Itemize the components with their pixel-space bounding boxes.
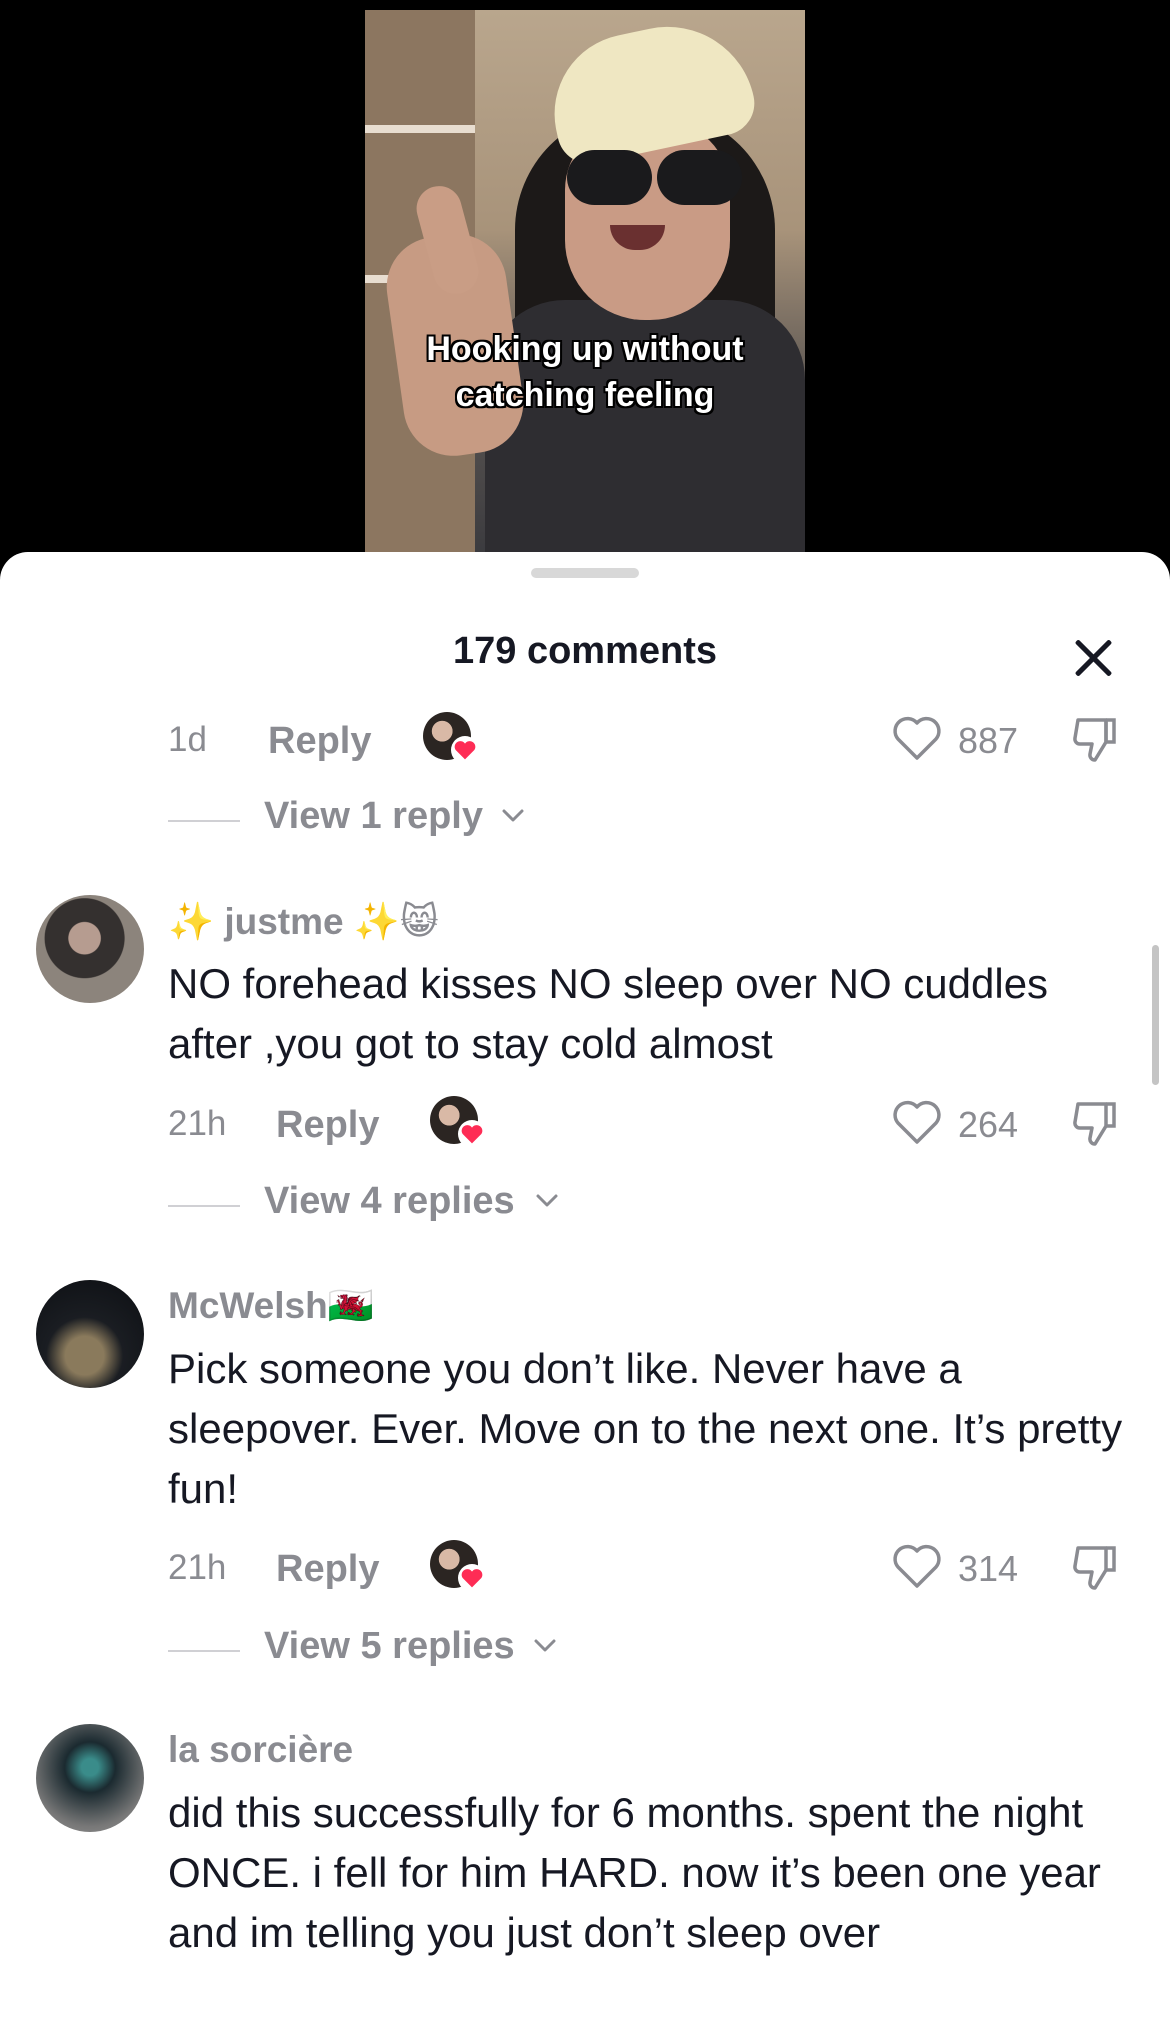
like-count: 264 <box>958 1104 1019 1145</box>
chevron-down-icon <box>534 1639 556 1652</box>
reply-button[interactable]: Reply <box>268 720 371 763</box>
creator-liked-heart-icon <box>458 1564 486 1592</box>
dislike-icon[interactable] <box>1068 1542 1120 1594</box>
replies-divider <box>168 820 240 822</box>
view-replies-label: View 4 replies <box>264 1180 515 1222</box>
comment-meta-row: 1d Reply 887 <box>168 712 1128 772</box>
video-frame[interactable]: Hooking up without catching feeling <box>365 10 805 560</box>
video-player[interactable]: Hooking up without catching feeling <box>0 0 1170 560</box>
caption-line-1: Hooking up without <box>426 330 744 368</box>
avatar[interactable] <box>36 1724 144 1832</box>
heart-icon[interactable] <box>892 1098 942 1146</box>
dislike-icon[interactable] <box>1068 714 1120 766</box>
comment-time: 21h <box>168 1548 227 1587</box>
view-replies-button[interactable]: View 4 replies <box>168 1180 588 1230</box>
avatar[interactable] <box>36 1280 144 1388</box>
comments-sheet: 179 comments 1d Reply 887 View 1 reply ✨… <box>0 552 1170 2020</box>
view-replies-label: View 1 reply <box>264 795 483 837</box>
like-count: 314 <box>958 1548 1019 1589</box>
lens <box>657 150 742 205</box>
comment-meta-row: 21h Reply 264 <box>168 1096 1128 1156</box>
close-icon[interactable] <box>1068 632 1118 682</box>
dislike-icon[interactable] <box>1068 1098 1120 1150</box>
scrollbar[interactable] <box>1152 945 1159 1085</box>
video-caption: Hooking up without catching feeling <box>365 326 805 418</box>
view-replies-button[interactable]: View 1 reply <box>168 795 568 845</box>
comment-text: NO forehead kisses NO sleep over NO cudd… <box>168 960 1049 1067</box>
chevron-down-icon <box>536 1194 558 1207</box>
replies-divider <box>168 1205 240 1207</box>
like-count: 887 <box>958 720 1019 761</box>
sheet-grabber[interactable] <box>531 568 639 578</box>
reply-button[interactable]: Reply <box>276 1548 379 1591</box>
shelf-line <box>365 125 475 133</box>
comment-text: Pick someone you don’t like. Never have … <box>168 1345 1123 1512</box>
username[interactable]: la sorcière <box>168 1729 353 1771</box>
view-replies-button[interactable]: View 5 replies <box>168 1625 588 1675</box>
comments-count: 179 comments <box>452 630 717 672</box>
creator-liked-heart-icon <box>451 736 479 764</box>
heart-icon[interactable] <box>892 714 942 762</box>
username[interactable]: ✨ justme ✨😸 <box>168 900 439 944</box>
comment-text: did this successfully for 6 months. spen… <box>168 1789 1101 1956</box>
replies-divider <box>168 1650 240 1652</box>
lens <box>567 150 652 205</box>
view-replies-label: View 5 replies <box>264 1625 515 1667</box>
reply-button[interactable]: Reply <box>276 1104 379 1147</box>
video-sunglasses <box>537 150 747 210</box>
caption-line-2: catching feeling <box>455 376 715 414</box>
comment-time: 21h <box>168 1104 227 1143</box>
comment-time: 1d <box>168 720 207 759</box>
creator-liked-heart-icon <box>458 1120 486 1148</box>
avatar[interactable] <box>36 895 144 1003</box>
chevron-down-icon <box>502 809 524 822</box>
comment-meta-row: 21h Reply 314 <box>168 1540 1128 1600</box>
username[interactable]: McWelsh🏴󠁧󠁢󠁷󠁬󠁳󠁿 <box>168 1285 374 1328</box>
heart-icon[interactable] <box>892 1542 942 1590</box>
